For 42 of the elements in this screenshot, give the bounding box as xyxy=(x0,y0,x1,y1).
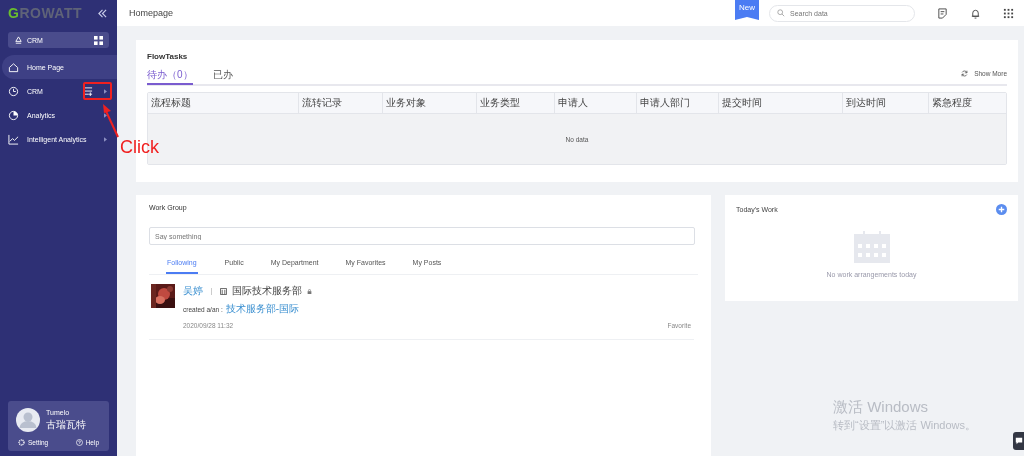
pie-chart-icon xyxy=(8,109,19,121)
list-add-icon[interactable] xyxy=(83,86,94,96)
target-link[interactable]: 技术服务部-国际 xyxy=(225,302,300,316)
company-name: 古瑞瓦特 xyxy=(46,417,86,432)
notes-icon[interactable] xyxy=(937,7,948,19)
department-name: 国际技术服务部 xyxy=(232,284,302,298)
column-header: 申请人 xyxy=(555,93,637,113)
annotation-text: Click xyxy=(120,137,159,158)
chat-button[interactable] xyxy=(1013,432,1024,450)
tab[interactable]: 已办 xyxy=(212,68,233,85)
refresh-icon[interactable] xyxy=(961,70,969,77)
building-icon xyxy=(220,287,227,295)
shapes-icon xyxy=(14,35,23,45)
arrow-annotation xyxy=(100,103,120,139)
help-icon xyxy=(75,439,83,446)
column-header: 业务对象 xyxy=(383,93,477,113)
grid-icon[interactable] xyxy=(94,35,103,45)
column-header: 到达时间 xyxy=(843,93,929,113)
avatar-icon xyxy=(16,408,40,432)
author-link[interactable]: 吴婷 xyxy=(183,284,203,298)
column-header: 流程标题 xyxy=(148,93,299,113)
column-header: 业务类型 xyxy=(477,93,555,113)
chat-icon xyxy=(1015,437,1023,445)
search-icon xyxy=(777,9,785,17)
home-icon xyxy=(8,61,19,73)
card-title: FlowTasks xyxy=(147,52,189,61)
highlight-box xyxy=(83,82,112,100)
column-header: 申请人部门 xyxy=(637,93,719,113)
tab[interactable]: 待办（0） xyxy=(147,68,193,85)
calendar-icon xyxy=(853,231,890,263)
add-icon[interactable] xyxy=(996,204,1007,215)
column-header: 流转记录 xyxy=(299,93,383,113)
settings-icon xyxy=(18,439,25,446)
column-header: 紧急程度 xyxy=(931,96,973,110)
clock-icon xyxy=(8,85,19,97)
column-header: 提交时间 xyxy=(719,93,843,113)
page-title: Homepage xyxy=(129,8,174,18)
line-chart-icon xyxy=(8,133,19,145)
new-badge[interactable]: New xyxy=(735,0,759,20)
apps-grid-icon[interactable] xyxy=(1003,7,1014,19)
notification-icon[interactable] xyxy=(970,7,981,19)
collapse-icon[interactable] xyxy=(98,8,107,18)
